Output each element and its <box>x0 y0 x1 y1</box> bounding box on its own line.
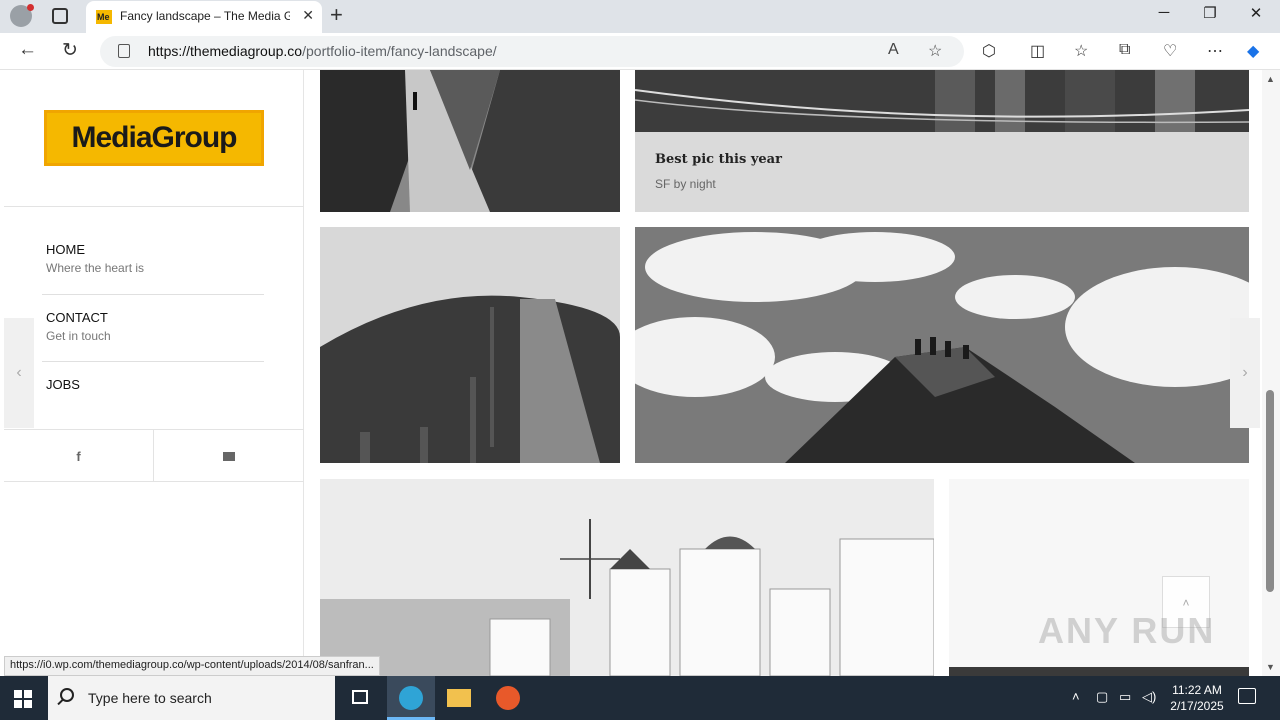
scroll-up-arrow-icon[interactable]: ▲ <box>1266 74 1275 84</box>
watermark-text: ANY RUN <box>1038 610 1216 651</box>
tab-actions-icon[interactable] <box>52 8 68 24</box>
windows-taskbar: Type here to search ˄ ▢ ▭ ◁) 11:22 AM 2/… <box>0 676 1280 720</box>
refresh-button[interactable]: ↻ <box>62 39 78 62</box>
favorite-star-icon[interactable]: ☆ <box>928 41 942 61</box>
tab-title: Fancy landscape – The Media Gro <box>120 9 290 23</box>
notifications-icon[interactable] <box>1238 688 1256 704</box>
gallery-image-trail[interactable] <box>320 70 620 212</box>
image-caption-overlay[interactable]: Best pic this year SF by night <box>635 132 1249 212</box>
site-logo[interactable]: MediaGroup <box>44 110 264 166</box>
caption-subtitle: SF by night <box>655 177 716 191</box>
split-screen-icon[interactable]: ◫ <box>1030 41 1045 61</box>
more-options-icon[interactable]: ⋯ <box>1207 41 1223 61</box>
divider <box>4 206 304 207</box>
extensions-icon[interactable]: ⬡ <box>982 41 996 61</box>
url-text[interactable]: https://themediagroup.co/portfolio-item/… <box>148 43 497 59</box>
browser-tab-active[interactable]: Me Fancy landscape – The Media Gro ✕ <box>86 1 322 33</box>
scrollbar-thumb[interactable] <box>1266 390 1274 592</box>
meet-now-icon[interactable]: ▢ <box>1096 689 1108 705</box>
link-status-url: https://i0.wp.com/themediagroup.co/wp-co… <box>4 656 380 676</box>
volume-icon[interactable]: ◁) <box>1142 689 1156 705</box>
next-arrow-button[interactable]: › <box>1230 318 1260 428</box>
portfolio-gallery: Best pic this year SF by night ˄ ANY RUN <box>305 70 1262 676</box>
profile-avatar-icon[interactable] <box>10 4 34 27</box>
lock-icon[interactable] <box>118 44 130 58</box>
browser-essentials-icon[interactable]: ♡ <box>1163 41 1177 61</box>
prev-arrow-button[interactable]: ‹ <box>4 318 34 428</box>
envelope-icon <box>223 451 235 461</box>
close-window-button[interactable]: ✕ <box>1233 4 1279 22</box>
url-bar[interactable]: https://themediagroup.co/portfolio-item/… <box>100 36 964 67</box>
menu-item-subtitle: Where the heart is <box>46 261 145 275</box>
social-links: f <box>4 429 304 482</box>
back-button[interactable]: ← <box>18 39 37 61</box>
edge-browser-icon[interactable] <box>387 676 435 720</box>
email-link[interactable] <box>154 430 304 482</box>
clock-date: 2/17/2025 <box>1170 699 1224 713</box>
facebook-icon[interactable]: f <box>4 430 154 482</box>
file-explorer-icon[interactable] <box>435 676 483 720</box>
browser-tab-bar: Me Fancy landscape – The Media Gro ✕ + ─… <box>0 0 1280 33</box>
gallery-image-hill-fence[interactable] <box>320 227 620 463</box>
copilot-icon[interactable]: ◆ <box>1247 41 1259 61</box>
network-icon[interactable]: ▭ <box>1119 689 1131 705</box>
gallery-image-clouds-peak[interactable] <box>635 227 1249 463</box>
taskbar-clock[interactable]: 11:22 AM 2/17/2025 <box>1164 682 1230 714</box>
site-sidebar: MediaGroup HOME Where the heart is CONTA… <box>4 70 304 676</box>
menu-item-label: HOME <box>46 242 85 257</box>
address-toolbar: ← ↻ https://themediagroup.co/portfolio-i… <box>0 33 1280 70</box>
windows-start-icon[interactable] <box>14 690 32 708</box>
gallery-image-santorini[interactable] <box>320 479 934 676</box>
new-tab-button[interactable]: + <box>330 2 343 28</box>
show-hidden-icons-chevron-icon[interactable]: ˄ <box>1072 689 1080 704</box>
tab-favicon-icon: Me <box>96 10 112 24</box>
collections-icon[interactable]: ⧉ <box>1119 41 1130 59</box>
menu-item-label: JOBS <box>46 377 80 392</box>
menu-item-jobs[interactable]: JOBS <box>46 377 266 392</box>
clock-time: 11:22 AM <box>1172 683 1222 697</box>
gallery-image-night-city[interactable]: Best pic this year SF by night <box>635 70 1249 212</box>
minimize-button[interactable]: ─ <box>1141 4 1187 21</box>
menu-divider <box>42 294 264 295</box>
search-placeholder: Type here to search <box>88 690 212 706</box>
menu-item-label: CONTACT <box>46 310 108 325</box>
search-icon <box>60 688 74 702</box>
caption-title: Best pic this year <box>655 152 782 167</box>
favorites-icon[interactable]: ☆ <box>1074 41 1088 61</box>
menu-item-home[interactable]: HOME Where the heart is <box>46 242 266 275</box>
menu-item-contact[interactable]: CONTACT Get in touch <box>46 310 266 343</box>
tab-close-icon[interactable]: ✕ <box>302 7 314 24</box>
scroll-down-arrow-icon[interactable]: ▼ <box>1266 662 1275 672</box>
menu-divider <box>42 361 264 362</box>
page-scrollbar[interactable]: ▲ ▼ <box>1262 70 1280 676</box>
restore-button[interactable]: ❐ <box>1187 4 1233 22</box>
menu-item-subtitle: Get in touch <box>46 329 111 343</box>
firefox-icon[interactable] <box>484 676 532 720</box>
task-view-icon[interactable] <box>336 676 384 720</box>
taskbar-search-box[interactable]: Type here to search <box>48 676 335 720</box>
read-aloud-icon[interactable]: A <box>888 41 899 59</box>
